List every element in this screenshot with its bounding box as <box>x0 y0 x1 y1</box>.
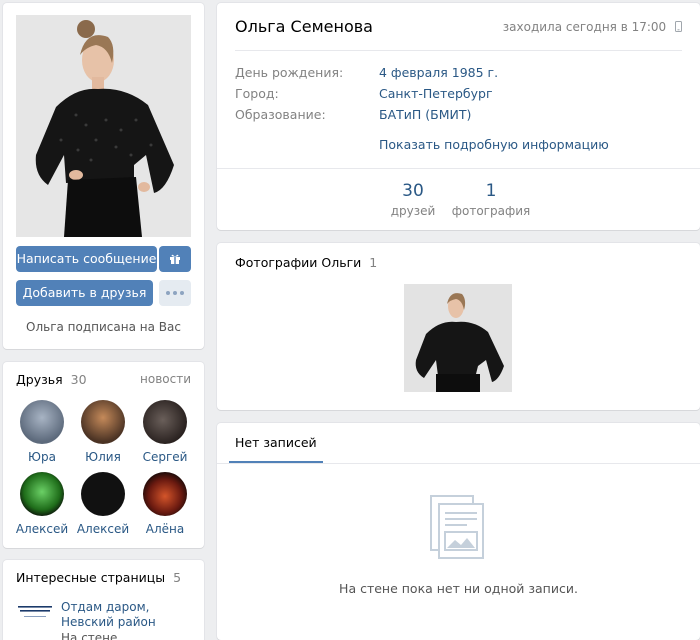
friend-name: Сергей <box>142 450 188 464</box>
interesting-page-desc: На стене размещаются <box>61 631 118 640</box>
friend-item[interactable]: Алёна <box>135 472 195 536</box>
info-value[interactable]: 4 февраля 1985 г. <box>379 65 498 80</box>
interesting-page-name[interactable]: Отдам даром, Невский район <box>61 600 191 630</box>
friend-name: Юра <box>28 450 56 464</box>
friend-avatar <box>20 472 64 516</box>
counter-label: друзей <box>390 204 436 218</box>
friends-counter[interactable]: 30 друзей <box>381 181 445 218</box>
friend-name: Юлия <box>85 450 121 464</box>
more-actions-button[interactable] <box>159 280 191 306</box>
friend-name: Алексей <box>76 522 130 536</box>
friend-item[interactable]: Алексей <box>12 472 72 536</box>
friends-count: 30 <box>70 372 87 387</box>
subscribed-status: Ольга подписана на Вас <box>26 320 181 334</box>
friend-item[interactable]: Юлия <box>73 400 133 464</box>
divider <box>235 50 682 51</box>
last-seen-text: заходила сегодня в 17:00 <box>502 20 667 34</box>
woman-photo-illustration <box>16 15 191 237</box>
friend-avatar <box>81 472 125 516</box>
interesting-header[interactable]: Интересные страницы 5 <box>16 570 181 585</box>
more-dots-icon <box>159 280 191 306</box>
send-message-button[interactable]: Написать сообщение <box>16 246 157 272</box>
document-image-icon <box>430 495 484 559</box>
info-value[interactable]: Санкт-Петербург <box>379 86 493 101</box>
info-value[interactable]: БАТиП (БМИТ) <box>379 107 471 122</box>
friends-header[interactable]: Друзья 30 <box>16 372 87 387</box>
profile-info-card: Ольга Семенова заходила сегодня в 17:00 … <box>217 3 700 230</box>
counter-label: фотография <box>451 204 531 218</box>
avatar-card: Написать сообщение Добавить в друзья Оль… <box>3 3 204 349</box>
photos-counter[interactable]: 1 фотография <box>451 181 531 218</box>
photo-thumbnail-image <box>404 284 512 392</box>
empty-wall-text: На стене пока нет ни одной записи. <box>339 581 578 596</box>
friend-name: Алексей <box>15 522 69 536</box>
divider <box>217 463 700 464</box>
profile-name: Ольга Семенова <box>235 17 373 36</box>
photos-card: Фотографии Ольги 1 <box>217 243 700 410</box>
counter-number: 30 <box>402 181 424 201</box>
profile-photo[interactable] <box>16 15 191 237</box>
page-logo[interactable] <box>16 602 54 632</box>
gift-icon <box>170 254 180 264</box>
friends-news-link[interactable]: новости <box>140 372 191 386</box>
interesting-count: 5 <box>173 570 182 585</box>
online-status: заходила сегодня в 17:00 <box>503 20 682 34</box>
friend-avatar <box>20 400 64 444</box>
gift-button[interactable] <box>159 246 191 272</box>
friends-card: Друзья 30 новости Юра Юлия Сергей Алексе… <box>3 362 204 548</box>
photos-count: 1 <box>369 255 378 270</box>
friend-item[interactable]: Юра <box>12 400 72 464</box>
friend-avatar <box>81 400 125 444</box>
divider <box>217 168 700 169</box>
info-key: Город: <box>235 86 279 101</box>
interesting-title: Интересные страницы <box>16 570 166 585</box>
friend-name: Алёна <box>145 522 185 536</box>
add-friend-button[interactable]: Добавить в друзья <box>16 280 153 306</box>
interesting-pages-card: Интересные страницы 5 Отдам даром, Невск… <box>3 560 204 640</box>
friend-item[interactable]: Сергей <box>135 400 195 464</box>
show-details-link[interactable]: Показать подробную информацию <box>379 137 609 152</box>
info-key: День рождения: <box>235 65 344 80</box>
empty-wall-icon <box>429 494 487 560</box>
friend-avatar <box>143 400 187 444</box>
info-key: Образование: <box>235 107 326 122</box>
friend-avatar <box>143 472 187 516</box>
photo-thumbnail[interactable] <box>404 284 512 392</box>
wall-card: Нет записей На стене пока нет ни одной з… <box>217 423 700 640</box>
page-logo-image <box>16 602 54 632</box>
counter-number: 1 <box>485 181 497 201</box>
photos-title: Фотографии Ольги <box>235 255 362 270</box>
mobile-icon <box>675 21 682 32</box>
friends-title: Друзья <box>16 372 63 387</box>
friend-item[interactable]: Алексей <box>73 472 133 536</box>
wall-tab[interactable]: Нет записей <box>229 423 323 463</box>
photos-header[interactable]: Фотографии Ольги 1 <box>235 255 377 270</box>
